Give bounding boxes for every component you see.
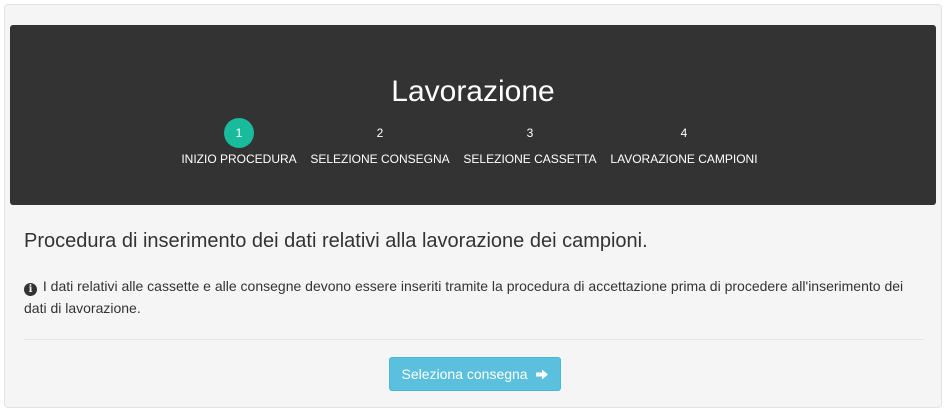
procedure-heading: Procedura di inserimento dei dati relati… bbox=[24, 230, 648, 252]
wizard-header: Lavorazione 1 INIZIO PROCEDURA 2 SELEZIO… bbox=[10, 25, 936, 205]
step-selezione-consegna: 2 SELEZIONE CONSEGNA bbox=[300, 118, 460, 166]
step-label: SELEZIONE CONSEGNA bbox=[310, 152, 450, 166]
wizard-panel: Lavorazione 1 INIZIO PROCEDURA 2 SELEZIO… bbox=[4, 4, 942, 408]
info-text: I dati relativi alle cassette e alle con… bbox=[24, 278, 904, 316]
step-label: INIZIO PROCEDURA bbox=[181, 152, 297, 166]
procedure-description: Procedura di inserimento dei dati relati… bbox=[24, 227, 924, 316]
step-label: SELEZIONE CASSETTA bbox=[463, 152, 597, 166]
step-number-badge: 4 bbox=[680, 126, 688, 140]
select-delivery-button-label: Seleziona consegna bbox=[401, 366, 528, 382]
info-message: i I dati relativi alle cassette e alle c… bbox=[24, 275, 926, 319]
page-title: Lavorazione bbox=[391, 75, 555, 108]
arrow-right-icon bbox=[535, 360, 549, 392]
step-selezione-cassetta: 3 SELEZIONE CASSETTA bbox=[450, 118, 610, 166]
divider bbox=[24, 339, 924, 340]
step-number-badge: 3 bbox=[526, 126, 534, 140]
info-circle-icon: i bbox=[24, 283, 37, 296]
select-delivery-button[interactable]: Seleziona consegna bbox=[389, 357, 561, 391]
step-number-badge: 1 bbox=[224, 118, 254, 148]
step-lavorazione-campioni: 4 LAVORAZIONE CAMPIONI bbox=[604, 118, 764, 166]
step-label: LAVORAZIONE CAMPIONI bbox=[610, 152, 758, 166]
step-number-badge: 2 bbox=[376, 126, 384, 140]
step-inizio-procedura: 1 INIZIO PROCEDURA bbox=[159, 118, 319, 166]
